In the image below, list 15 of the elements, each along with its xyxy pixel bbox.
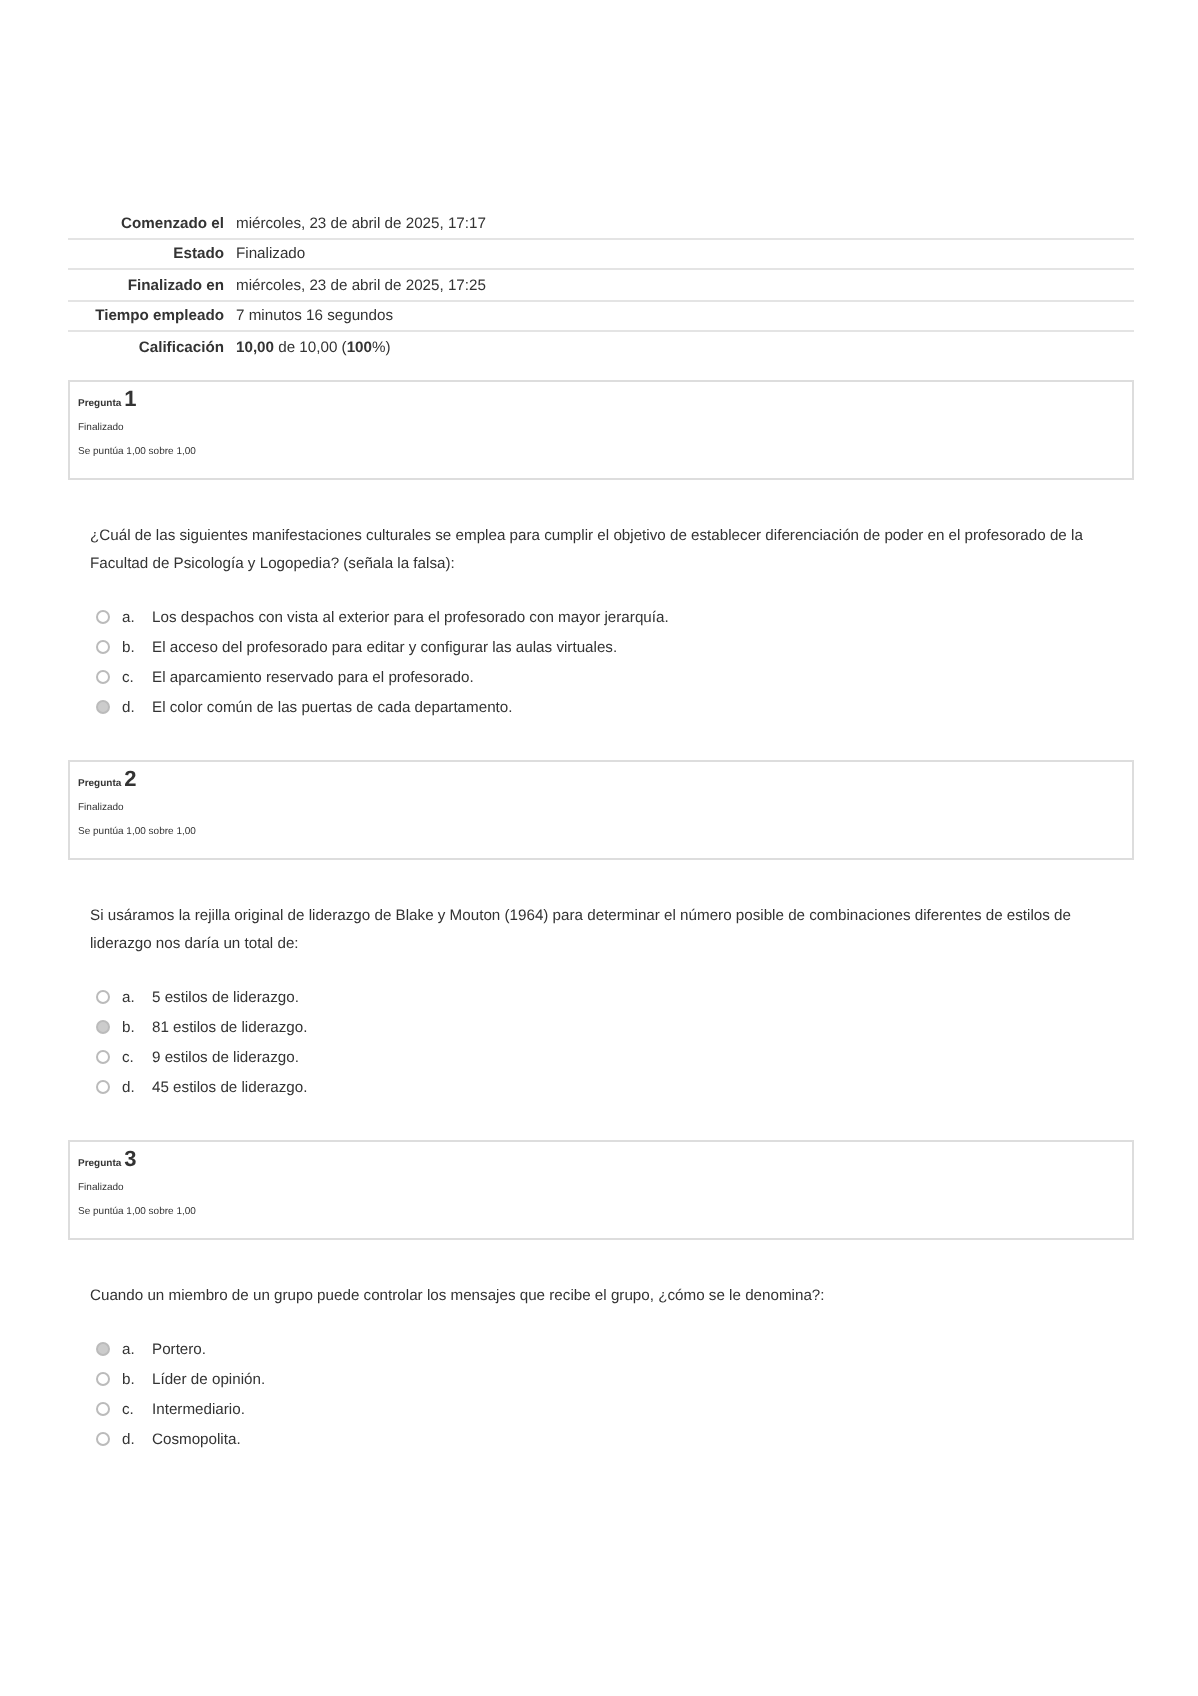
radio-button[interactable] [96,1371,110,1385]
radio-button[interactable] [96,1079,110,1093]
radio-button[interactable] [96,669,110,683]
radio-button[interactable] [96,1341,110,1355]
radio-button[interactable] [96,1049,110,1063]
radio-button[interactable] [96,989,110,1003]
radio-button[interactable] [96,699,110,713]
question-number: 3 [124,1147,137,1171]
radio-button[interactable] [96,639,110,653]
question-number: 2 [124,767,137,791]
question-number: 1 [124,387,137,411]
radio-button[interactable] [96,1019,110,1033]
radio-button[interactable] [96,1431,110,1445]
radio-button[interactable] [96,1401,110,1415]
radio-button[interactable] [96,609,110,623]
